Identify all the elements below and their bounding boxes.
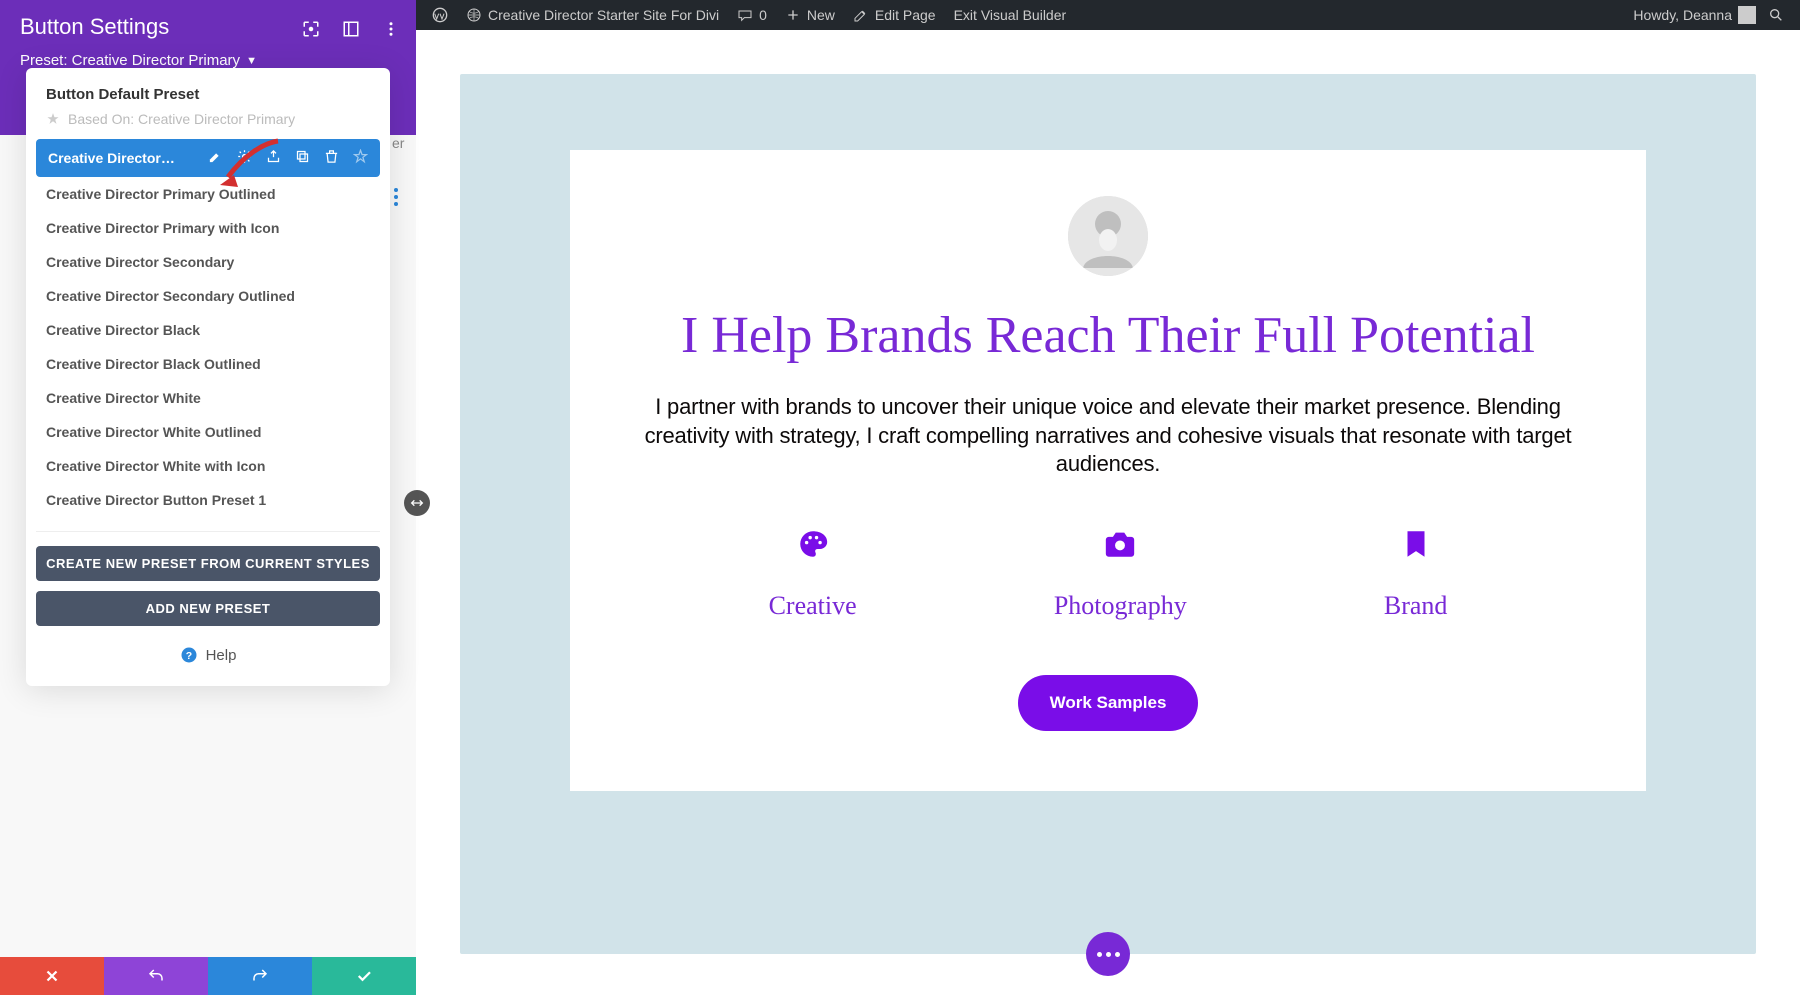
new-link[interactable]: New <box>785 7 835 23</box>
edit-icon[interactable] <box>208 149 223 167</box>
site-title-link[interactable]: Creative Director Starter Site For Divi <box>466 7 719 23</box>
feature-creative: Creative <box>769 527 857 621</box>
trash-icon[interactable] <box>324 149 339 167</box>
preset-item[interactable]: Creative Director White with Icon <box>26 449 390 483</box>
page-canvas: I Help Brands Reach Their Full Potential… <box>416 30 1800 995</box>
preset-item-active[interactable]: Creative Director P... <box>36 139 380 177</box>
avatar-image <box>1068 196 1148 276</box>
feature-label: Creative <box>769 591 857 621</box>
focus-icon[interactable] <box>302 20 320 43</box>
exit-vb-link[interactable]: Exit Visual Builder <box>954 7 1067 23</box>
comments-link[interactable]: 0 <box>737 7 767 23</box>
gear-icon[interactable] <box>237 149 252 167</box>
help-icon: ? <box>180 646 198 664</box>
preset-item[interactable]: Creative Director Black Outlined <box>26 347 390 381</box>
bookmark-icon <box>1399 527 1433 561</box>
avatar-icon <box>1738 6 1756 24</box>
default-preset-item[interactable]: Button Default Preset <box>26 68 390 107</box>
more-icon[interactable] <box>382 20 400 43</box>
save-button[interactable] <box>312 957 416 995</box>
cancel-button[interactable] <box>0 957 104 995</box>
preset-item[interactable]: Creative Director Secondary <box>26 245 390 279</box>
panel-layout-icon[interactable] <box>342 20 360 43</box>
hero-title: I Help Brands Reach Their Full Potential <box>630 306 1586 365</box>
default-star-icon[interactable] <box>353 149 368 167</box>
add-preset-button[interactable]: ADD NEW PRESET <box>36 591 380 626</box>
section-fab[interactable] <box>1086 932 1130 976</box>
howdy-link[interactable]: Howdy, Deanna <box>1633 6 1756 24</box>
create-preset-button[interactable]: CREATE NEW PRESET FROM CURRENT STYLES <box>36 546 380 581</box>
obscured-tab-text: er <box>392 135 404 151</box>
preset-item[interactable]: Creative Director Secondary Outlined <box>26 279 390 313</box>
bottom-actions <box>0 957 416 995</box>
chevron-down-icon: ▼ <box>246 55 257 67</box>
star-icon <box>46 112 60 126</box>
feature-row: Creative Photography Brand <box>630 527 1586 621</box>
preset-item[interactable]: Creative Director White Outlined <box>26 415 390 449</box>
camera-icon <box>1103 527 1137 561</box>
search-icon[interactable] <box>1768 7 1784 23</box>
svg-text:?: ? <box>185 650 191 662</box>
preset-selector[interactable]: Preset: Creative Director Primary▼ <box>20 52 396 69</box>
section-more-icon[interactable] <box>394 188 398 206</box>
page-section[interactable]: I Help Brands Reach Their Full Potential… <box>460 74 1756 954</box>
feature-photography: Photography <box>1054 527 1187 621</box>
duplicate-icon[interactable] <box>295 149 310 167</box>
export-icon[interactable] <box>266 149 281 167</box>
wp-admin-bar: Creative Director Starter Site For Divi … <box>416 0 1800 30</box>
feature-label: Photography <box>1054 591 1187 621</box>
preset-item[interactable]: Creative Director White <box>26 381 390 415</box>
preset-item[interactable]: Creative Director Primary with Icon <box>26 211 390 245</box>
preset-item[interactable]: Creative Director Primary Outlined <box>26 177 390 211</box>
edit-page-link[interactable]: Edit Page <box>853 7 936 23</box>
preset-item[interactable]: Creative Director Black <box>26 313 390 347</box>
redo-button[interactable] <box>208 957 312 995</box>
undo-button[interactable] <box>104 957 208 995</box>
preset-dropdown: Button Default Preset Based On: Creative… <box>26 68 390 686</box>
palette-icon <box>796 527 830 561</box>
feature-label: Brand <box>1384 591 1448 621</box>
content-card: I Help Brands Reach Their Full Potential… <box>570 150 1646 791</box>
based-on-label: Based On: Creative Director Primary <box>26 107 390 139</box>
preset-item[interactable]: Creative Director Button Preset 1 <box>26 483 390 517</box>
resize-handle[interactable] <box>404 490 430 516</box>
feature-brand: Brand <box>1384 527 1448 621</box>
wp-logo[interactable] <box>432 7 448 23</box>
work-samples-button[interactable]: Work Samples <box>1018 675 1199 731</box>
help-link[interactable]: ? Help <box>26 636 390 670</box>
hero-text: I partner with brands to uncover their u… <box>630 393 1586 479</box>
